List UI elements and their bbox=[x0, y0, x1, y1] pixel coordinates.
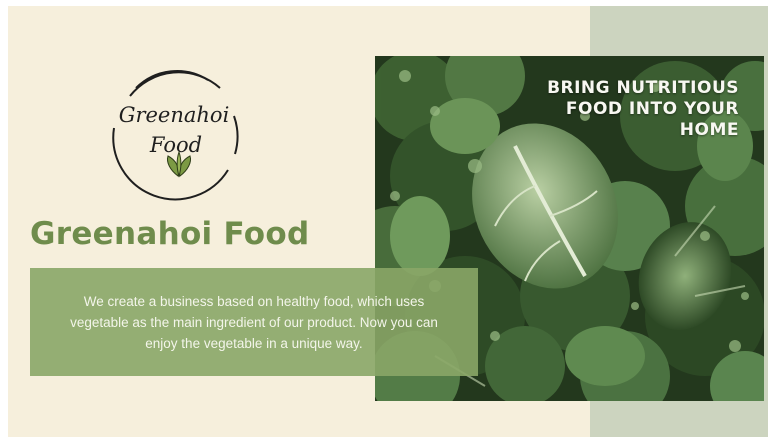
logo-text-line-1: Greenahoi bbox=[119, 103, 230, 127]
description-text: We create a business based on healthy fo… bbox=[56, 291, 452, 354]
tagline-headline: BRING NUTRITIOUS FOOD INTO YOUR HOME bbox=[375, 78, 739, 141]
description-line-3: enjoy the vegetable in a unique way. bbox=[145, 335, 363, 351]
tagline-line-3: HOME bbox=[679, 120, 739, 140]
tagline-line-1: BRING NUTRITIOUS bbox=[547, 78, 739, 98]
brand-title: Greenahoi Food bbox=[30, 216, 310, 252]
tagline-line-2: FOOD INTO YOUR bbox=[565, 99, 739, 119]
logo-text-line-2: Food bbox=[149, 133, 202, 157]
brand-logo: Greenahoi Food bbox=[100, 58, 248, 206]
description-line-1: We create a business based on healthy fo… bbox=[83, 293, 425, 309]
slide-canvas: BRING NUTRITIOUS FOOD INTO YOUR HOME Gre… bbox=[8, 6, 768, 437]
description-line-2: vegetable as the main ingredient of our … bbox=[70, 314, 438, 330]
description-box: We create a business based on healthy fo… bbox=[30, 268, 478, 376]
